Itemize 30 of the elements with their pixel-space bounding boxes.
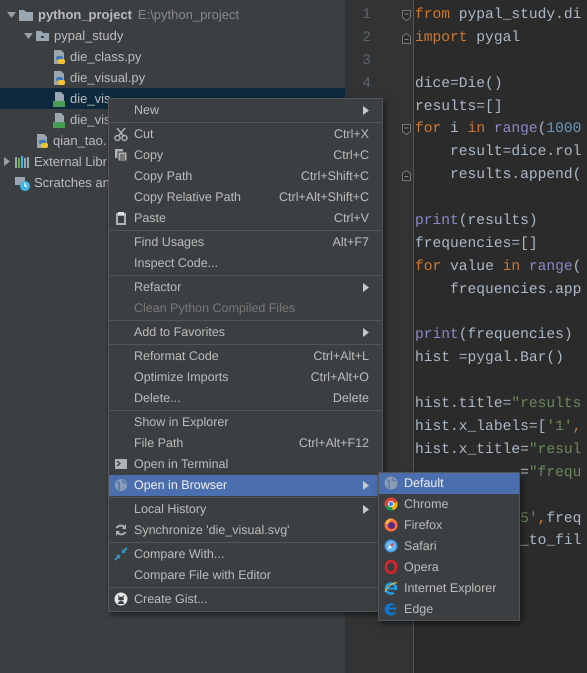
shortcut-text: Ctrl+Alt+F12: [298, 435, 369, 452]
shortcut-text: Ctrl+C: [333, 147, 369, 164]
code-line: dice=Die(): [415, 76, 503, 92]
code-line: ="frequ: [520, 464, 582, 481]
code-line: for i in range(1000: [415, 121, 582, 138]
shortcut-text: Ctrl+Shift+C: [300, 168, 369, 186]
shortcut-text: Ctrl+X: [334, 126, 369, 144]
code-line: for value in range(: [415, 258, 582, 275]
code-line: _to_fil: [520, 533, 582, 550]
code-line: hist.title="results: [415, 396, 582, 412]
shortcut-text: Ctrl+Alt+Shift+C: [279, 189, 369, 206]
code-line: hist.x_labels=['1',: [415, 419, 582, 436]
shortcut-text: Delete: [332, 390, 369, 408]
shortcut-text: Ctrl+V: [334, 210, 369, 228]
shortcut-text: Ctrl+Alt+O: [310, 369, 369, 386]
code-line: hist =pygal.Bar(): [415, 350, 564, 366]
code-line: results=[]: [415, 98, 503, 115]
code-line: print(frequencies): [415, 327, 573, 344]
code-line: hist.x_title="resul: [415, 442, 582, 458]
code-line: from pypal_study.di: [415, 7, 582, 23]
code-line: frequencies.app: [450, 282, 582, 298]
code-line: frequencies=[]: [415, 236, 538, 252]
shortcut-text: Alt+F7: [332, 234, 369, 252]
project-path: E:\python_project: [138, 6, 240, 24]
code-line: 5',freq: [520, 510, 582, 527]
code-line: result=dice.rol: [450, 144, 582, 160]
code-line: print(results): [415, 213, 538, 230]
code-line: results.append(: [450, 167, 582, 184]
shortcut-text: Ctrl+Alt+L: [313, 348, 369, 366]
code-line: import pygal: [415, 30, 520, 46]
